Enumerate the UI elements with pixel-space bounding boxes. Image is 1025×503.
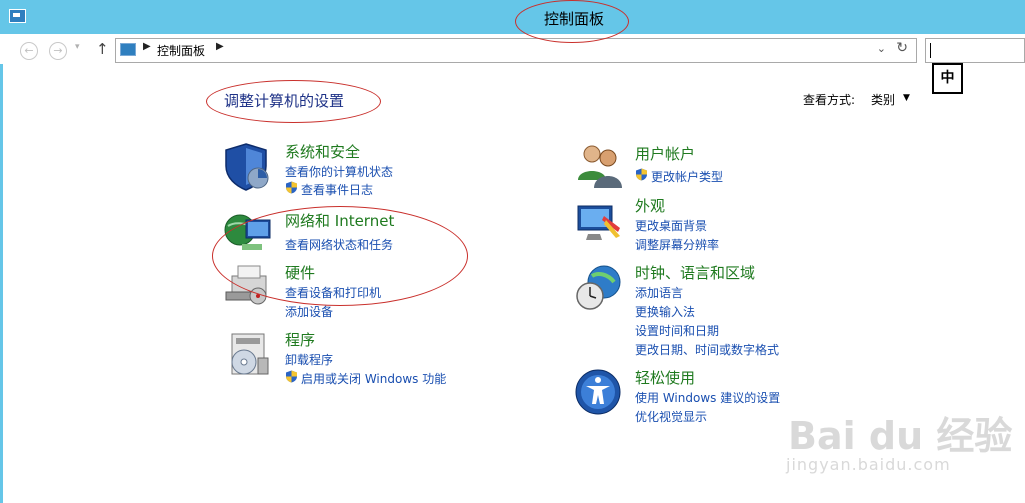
clock-region-icon (576, 265, 621, 310)
uac-shield-icon (286, 181, 297, 194)
link-uninstall-program[interactable]: 卸载程序 (285, 351, 333, 368)
window-border (0, 64, 3, 503)
title-bar: 控制面板 (0, 0, 1025, 34)
annotation-ellipse-heading (206, 80, 381, 123)
view-by-label: 查看方式: (803, 93, 856, 107)
link-add-language[interactable]: 添加语言 (635, 284, 683, 301)
address-dropdown-icon[interactable]: ⌄ (877, 42, 886, 55)
category-clock-language-region[interactable]: 时钟、语言和区域 (635, 262, 755, 283)
category-user-accounts[interactable]: 用户帐户 (635, 143, 695, 164)
link-set-time-date[interactable]: 设置时间和日期 (635, 322, 719, 339)
system-security-icon (225, 143, 269, 191)
uac-shield-icon (286, 370, 297, 383)
breadcrumb-control-panel[interactable]: 控制面板 (157, 42, 205, 59)
category-appearance[interactable]: 外观 (635, 195, 665, 216)
appearance-icon (577, 205, 620, 240)
view-by-dropdown[interactable]: 类别 (871, 91, 895, 108)
breadcrumb-chevron-icon[interactable]: ▶ (216, 41, 224, 52)
refresh-icon[interactable]: ↻ (896, 40, 908, 56)
link-view-event-logs[interactable]: 查看事件日志 (301, 181, 373, 198)
link-optimize-visual-display[interactable]: 优化视觉显示 (635, 408, 707, 425)
address-bar[interactable]: ▶ 控制面板 ▶ ⌄ ↻ (115, 38, 917, 63)
recent-locations-dropdown[interactable]: ▾ (75, 42, 80, 52)
link-view-computer-status[interactable]: 查看你的计算机状态 (285, 163, 393, 180)
category-system-security[interactable]: 系统和安全 (285, 141, 360, 162)
breadcrumb-chevron-icon[interactable]: ▶ (143, 41, 151, 52)
annotation-ellipse-hardware (212, 206, 468, 306)
watermark-brand: Bai du 经验 (788, 414, 1013, 458)
link-change-account-type[interactable]: 更改帐户类型 (651, 168, 723, 185)
ime-mode-indicator[interactable]: 中 (932, 63, 963, 94)
category-programs[interactable]: 程序 (285, 329, 315, 350)
link-change-date-time-format[interactable]: 更改日期、时间或数字格式 (635, 341, 779, 358)
link-change-input-method[interactable]: 更换输入法 (635, 303, 695, 320)
text-caret (930, 43, 931, 58)
user-accounts-icon (578, 145, 622, 188)
programs-icon (231, 333, 269, 375)
link-windows-recommended-settings[interactable]: 使用 Windows 建议的设置 (635, 389, 780, 406)
back-button[interactable]: ← (20, 42, 38, 60)
uac-shield-icon (636, 168, 647, 181)
ease-of-access-icon (575, 369, 621, 415)
link-turn-windows-features[interactable]: 启用或关闭 Windows 功能 (301, 370, 446, 387)
category-ease-of-access[interactable]: 轻松使用 (635, 367, 695, 388)
view-by-chevron-icon[interactable]: ▼ (903, 93, 910, 103)
watermark-url: jingyan.baidu.com (786, 455, 951, 474)
search-input[interactable] (925, 38, 1025, 63)
forward-button[interactable]: → (49, 42, 67, 60)
annotation-ellipse-title (515, 0, 629, 43)
link-adjust-resolution[interactable]: 调整屏幕分辨率 (635, 236, 719, 253)
control-panel-icon (120, 43, 136, 56)
link-change-desktop-background[interactable]: 更改桌面背景 (635, 217, 707, 234)
up-button[interactable]: ↑ (96, 40, 109, 58)
control-panel-app-icon[interactable] (9, 9, 26, 23)
